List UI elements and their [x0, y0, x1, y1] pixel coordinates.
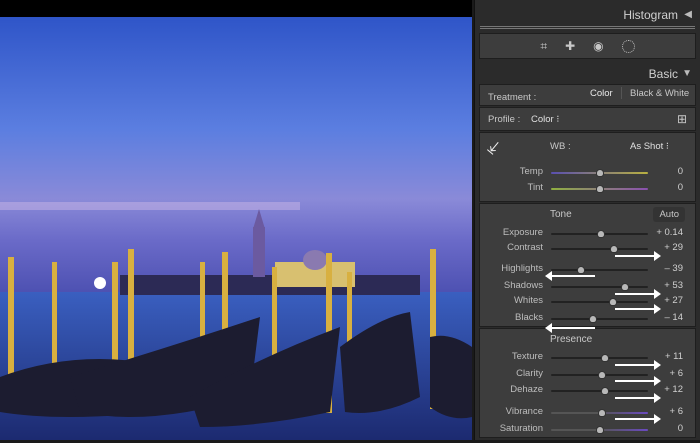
shadows-slider[interactable] — [551, 283, 648, 291]
texture-value[interactable]: + 11 — [665, 351, 683, 362]
highlights-value[interactable]: – 39 — [665, 263, 684, 274]
venice-photo — [0, 17, 472, 440]
contrast-slider-thumb[interactable] — [609, 245, 618, 253]
blacks-slider[interactable] — [551, 315, 648, 323]
collapse-histogram-icon[interactable]: ◀ — [684, 9, 692, 20]
profile-browser-icon[interactable]: ⊞ — [677, 112, 687, 126]
develop-panel: Histogram ◀ ⌗ ✚ ◉ Basic ▼ Treatment : Co… — [474, 0, 700, 440]
annotation-arrow-right — [615, 393, 661, 403]
crop-icon[interactable]: ⌗ — [540, 39, 547, 54]
profile-row: Profile : Color ⁝ ⊞ — [479, 107, 696, 131]
clarity-label: Clarity — [516, 368, 543, 379]
highlights-label: Highlights — [501, 263, 543, 274]
temp-slider-thumb[interactable] — [595, 169, 604, 177]
blacks-label: Blacks — [515, 312, 543, 323]
clarity-slider-thumb[interactable] — [598, 371, 607, 379]
texture-slider[interactable] — [551, 354, 648, 362]
divider — [621, 87, 622, 99]
histogram-title: Histogram — [623, 8, 678, 22]
annotation-arrow-right — [615, 304, 661, 314]
vibrance-slider[interactable] — [551, 409, 648, 417]
treatment-row: Treatment : Color Black & White — [479, 84, 696, 106]
tint-slider[interactable] — [551, 185, 648, 193]
treatment-bw[interactable]: Black & White — [630, 88, 689, 99]
temp-value[interactable]: 0 — [678, 166, 683, 177]
saturation-value[interactable]: 0 — [678, 423, 683, 434]
treatment-label: Treatment : — [488, 92, 537, 103]
dehaze-value[interactable]: + 12 — [664, 384, 683, 395]
mask-icon[interactable] — [621, 39, 635, 53]
exposure-value[interactable]: + 0.14 — [656, 227, 683, 238]
annotation-arrow-right — [615, 360, 661, 370]
exposure-slider-thumb[interactable] — [596, 230, 605, 238]
tint-slider-thumb[interactable] — [595, 185, 604, 193]
exposure-slider[interactable] — [551, 230, 648, 238]
contrast-value[interactable]: + 29 — [664, 242, 683, 253]
texture-slider-thumb[interactable] — [600, 354, 609, 362]
annotation-arrow-left — [545, 323, 595, 333]
saturation-slider-thumb[interactable] — [595, 426, 604, 434]
annotation-arrow-right — [615, 414, 661, 424]
profile-select[interactable]: Color ⁝ — [531, 114, 559, 125]
annotation-arrow-right — [615, 376, 661, 386]
clarity-slider[interactable] — [551, 371, 648, 379]
tone-section: Tone Auto Exposure + 0.14 Contrast + 29 Hi… — [479, 203, 696, 327]
whites-slider-thumb[interactable] — [608, 298, 617, 306]
tool-strip: ⌗ ✚ ◉ — [479, 33, 696, 59]
tint-value[interactable]: 0 — [678, 182, 683, 193]
shadows-slider-thumb[interactable] — [621, 283, 630, 291]
redeye-icon[interactable]: ◉ — [593, 39, 603, 53]
annotation-arrow-right — [615, 289, 661, 299]
exposure-label: Exposure — [502, 227, 543, 238]
clarity-value[interactable]: + 6 — [670, 368, 683, 379]
contrast-label: Contrast — [507, 242, 543, 253]
collapse-basic-icon[interactable]: ▼ — [682, 68, 692, 79]
annotation-arrow-right — [615, 251, 661, 261]
treatment-color[interactable]: Color — [590, 88, 613, 99]
temp-slider[interactable] — [551, 169, 648, 177]
highlights-slider-thumb[interactable] — [576, 266, 585, 274]
presence-section: Presence Texture + 11 Clarity + 6 Dehaze +… — [479, 328, 696, 438]
profile-value: Color — [531, 114, 554, 125]
shadows-label: Shadows — [503, 280, 543, 291]
histogram-divider — [480, 26, 695, 29]
annotation-arrow-left — [545, 271, 595, 281]
profile-label: Profile : — [488, 114, 521, 125]
vibrance-value[interactable]: + 6 — [670, 406, 683, 417]
heal-icon[interactable]: ✚ — [565, 39, 575, 53]
wb-section: ⤓ WB : As Shot ⁝ Temp 0 Tint 0 — [479, 132, 696, 202]
photo-preview — [0, 17, 472, 440]
basic-title: Basic — [648, 67, 678, 81]
contrast-slider[interactable] — [551, 245, 648, 253]
saturation-label: Saturation — [499, 423, 543, 434]
whites-slider[interactable] — [551, 298, 648, 306]
vibrance-slider-thumb[interactable] — [598, 409, 607, 417]
saturation-slider[interactable] — [551, 426, 648, 434]
top-bar — [0, 0, 472, 17]
texture-label: Texture — [511, 351, 543, 362]
blacks-slider-thumb[interactable] — [588, 315, 597, 323]
whites-label: Whites — [513, 295, 543, 306]
dehaze-label: Dehaze — [510, 384, 543, 395]
highlights-slider[interactable] — [551, 266, 648, 274]
whites-value[interactable]: + 27 — [664, 295, 683, 306]
blacks-value[interactable]: – 14 — [665, 312, 684, 323]
shadows-value[interactable]: + 53 — [664, 280, 683, 291]
vibrance-label: Vibrance — [505, 406, 543, 417]
dehaze-slider-thumb[interactable] — [601, 387, 610, 395]
temp-label: Temp — [519, 166, 543, 177]
tint-label: Tint — [527, 182, 543, 193]
dehaze-slider[interactable] — [551, 387, 648, 395]
